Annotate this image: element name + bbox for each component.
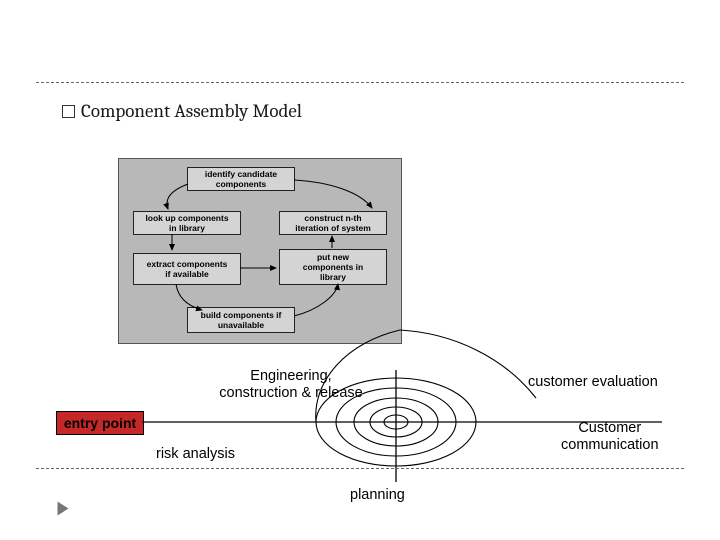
label-customer-comm: Customercommunication	[561, 420, 659, 455]
label-risk: risk analysis	[156, 446, 235, 463]
entry-point-box: entry point	[56, 411, 144, 435]
node-construct: construct n-thiteration of system	[279, 211, 387, 235]
node-lookup: look up componentsin library	[133, 211, 241, 235]
label-customer-eval: customer evaluation	[528, 374, 658, 391]
node-extract: extract componentsif available	[133, 253, 241, 285]
node-build: build components ifunavailable	[187, 307, 295, 333]
divider-bottom	[36, 468, 684, 469]
title-text: Component Assembly Model	[81, 100, 302, 122]
node-identify: identify candidatecomponents	[187, 167, 295, 191]
component-cycle-panel: identify candidatecomponents look up com…	[118, 158, 402, 344]
entry-point-text: entry point	[64, 415, 136, 431]
slide-title: Component Assembly Model	[62, 100, 302, 122]
slide-nav-icon	[58, 502, 69, 516]
node-putnew: put newcomponents inlibrary	[279, 249, 387, 285]
bullet-marker	[62, 105, 75, 118]
label-engineering: Engineering,construction & release	[206, 368, 376, 403]
label-planning: planning	[350, 487, 405, 504]
divider-top	[36, 82, 684, 83]
